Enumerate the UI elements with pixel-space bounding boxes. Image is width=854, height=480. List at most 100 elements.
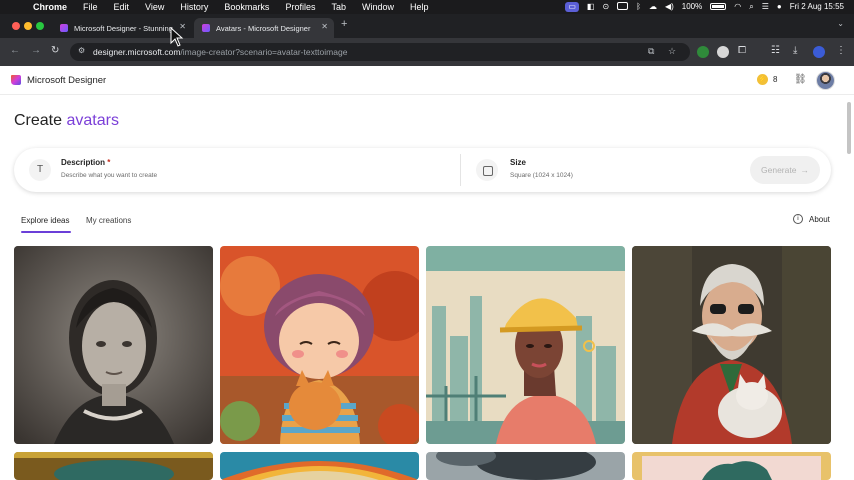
gallery-card-row2-4[interactable] (632, 452, 831, 480)
designer-favicon-icon (202, 24, 210, 32)
credit-count: 8 (773, 75, 778, 84)
gallery-card-vintage-woman[interactable] (14, 246, 213, 444)
clock[interactable]: Fri 2 Aug 15:55 (790, 2, 844, 12)
url-domain: designer.microsoft.com (93, 47, 181, 57)
menu-bookmarks[interactable]: Bookmarks (224, 2, 269, 12)
size-square-icon[interactable] (476, 159, 498, 181)
back-arrow-icon[interactable]: ← (10, 45, 20, 56)
profile-icon[interactable] (813, 46, 825, 58)
user-avatar[interactable] (816, 71, 835, 90)
gallery-tabs: Explore ideas My creations i About (0, 214, 854, 236)
gallery-card-construction-worker[interactable] (426, 246, 625, 444)
play-icon[interactable]: ⊙ (602, 2, 609, 12)
reload-icon[interactable]: ↻ (51, 45, 59, 56)
cloud-icon[interactable]: ☁ (649, 2, 657, 12)
gallery-card-bearded-man[interactable] (632, 246, 831, 444)
tab-close-icon[interactable]: ✕ (321, 22, 328, 31)
app-header: Microsoft Designer ⚡ 8 ⛓ (0, 66, 854, 95)
browser-tab-strip: Microsoft Designer - Stunning ✕ Avatars … (0, 14, 854, 38)
download-icon[interactable]: ⤓ (793, 45, 797, 56)
new-tab-plus-icon[interactable]: + (341, 18, 347, 30)
description-input[interactable]: Describe what you want to create (61, 172, 157, 179)
screen-record-icon[interactable]: ▭ (565, 2, 579, 12)
divider (460, 154, 461, 186)
extensions-puzzle-icon[interactable]: ⧠ (738, 45, 746, 56)
bookmark-star-icon[interactable]: ☆ (668, 46, 676, 57)
app-name[interactable]: Microsoft Designer (27, 75, 106, 86)
address-bar[interactable]: ⚙ designer.microsoft.com/image-creator?s… (70, 43, 690, 61)
siri-icon[interactable]: ● (777, 2, 782, 12)
menu-profiles[interactable]: Profiles (285, 2, 315, 12)
text-prompt-icon: T (29, 159, 51, 181)
size-select[interactable]: Square (1024 x 1024) (510, 172, 573, 179)
menu-history[interactable]: History (180, 2, 208, 12)
menu-edit[interactable]: Edit (114, 2, 130, 12)
control-center-icon[interactable]: ☰ (762, 2, 769, 12)
extension-record-icon[interactable] (697, 46, 709, 58)
tab-my-creations[interactable]: My creations (86, 216, 131, 225)
volume-icon[interactable]: ◀) (665, 2, 674, 12)
about-label: About (809, 214, 830, 224)
scrollbar-thumb[interactable] (847, 102, 851, 154)
tab-explore-ideas[interactable]: Explore ideas (21, 216, 69, 225)
zoom-window-icon[interactable] (36, 22, 44, 30)
gallery-card-row2-2[interactable] (220, 452, 419, 480)
gallery-card-row2-3[interactable] (426, 452, 625, 480)
gallery-image (14, 452, 213, 480)
vintage-portrait-image (14, 246, 213, 444)
battery-icon[interactable] (710, 2, 727, 12)
generate-button[interactable]: Generate → (750, 156, 820, 184)
menu-app-name[interactable]: Chrome (33, 2, 67, 12)
search-icon[interactable]: ⌕ (749, 2, 753, 12)
menu-file[interactable]: File (83, 2, 98, 12)
info-icon: i (793, 214, 803, 224)
app-menus: Chrome File Edit View History Bookmarks … (33, 2, 445, 12)
tab-search-chevron-icon[interactable]: ⌄ (837, 19, 844, 28)
about-button[interactable]: i About (793, 214, 830, 224)
minimize-window-icon[interactable] (24, 22, 32, 30)
menu-tab[interactable]: Tab (331, 2, 346, 12)
required-mark: * (107, 158, 111, 167)
close-window-icon[interactable] (12, 22, 20, 30)
url-text[interactable]: designer.microsoft.com/image-creator?sce… (93, 47, 347, 57)
battery-percentage: 100% (681, 2, 703, 11)
gallery-image (426, 452, 625, 480)
tab-title: Microsoft Designer - Stunning (74, 23, 173, 33)
coin-icon: ⚡ (757, 74, 768, 85)
install-app-icon[interactable]: ⧉ (648, 46, 654, 57)
size-label: Size (510, 158, 527, 167)
browser-menu-icon[interactable]: ⋮ (836, 45, 846, 56)
menu-help[interactable]: Help (410, 2, 429, 12)
share-link-icon[interactable]: ⛓ (794, 74, 807, 85)
menu-window[interactable]: Window (362, 2, 394, 12)
site-info-icon[interactable]: ⚙ (78, 46, 85, 55)
title-prefix: Create (14, 112, 63, 129)
title-accent: avatars (66, 112, 119, 129)
bluetooth-icon[interactable]: ᛒ (636, 2, 641, 12)
tab-title: Avatars - Microsoft Designer (216, 23, 311, 33)
reading-list-icon[interactable]: ☷ (771, 45, 780, 56)
generate-label: Generate (761, 165, 797, 175)
prompt-card: T Description * Describe what you want t… (14, 148, 831, 192)
tab-avatars[interactable]: Avatars - Microsoft Designer ✕ (194, 18, 334, 38)
designer-favicon-icon (60, 24, 68, 32)
gallery-card-cartoon-girl[interactable] (220, 246, 419, 444)
url-path: /image-creator?scenario=avatar-texttoima… (180, 47, 348, 57)
text-input-icon[interactable] (617, 1, 629, 13)
camera-icon[interactable]: ◧ (587, 2, 595, 12)
boost-credits[interactable]: ⚡ 8 (757, 74, 777, 85)
extension-clock-icon[interactable] (717, 46, 729, 58)
construction-worker-image (426, 246, 625, 444)
wifi-icon[interactable]: ◠ (734, 2, 741, 12)
forward-arrow-icon[interactable]: → (31, 45, 41, 56)
status-area: ▭ ◧ ⊙ ᛒ ☁ ◀) 100% ◠ ⌕ ☰ ● Fri 2 Aug 15:5… (557, 1, 844, 13)
page-title: Create avatars (14, 112, 119, 130)
gallery-card-row2-1[interactable] (14, 452, 213, 480)
designer-app: Microsoft Designer ⚡ 8 ⛓ Create avatars … (0, 66, 854, 480)
gallery-image (632, 452, 831, 480)
browser-toolbar: ← → ↻ ⚙ designer.microsoft.com/image-cre… (0, 38, 854, 66)
designer-logo-icon[interactable] (10, 74, 22, 86)
description-label: Description * (61, 158, 110, 167)
bearded-man-cat-image (632, 246, 831, 444)
menu-view[interactable]: View (145, 2, 164, 12)
